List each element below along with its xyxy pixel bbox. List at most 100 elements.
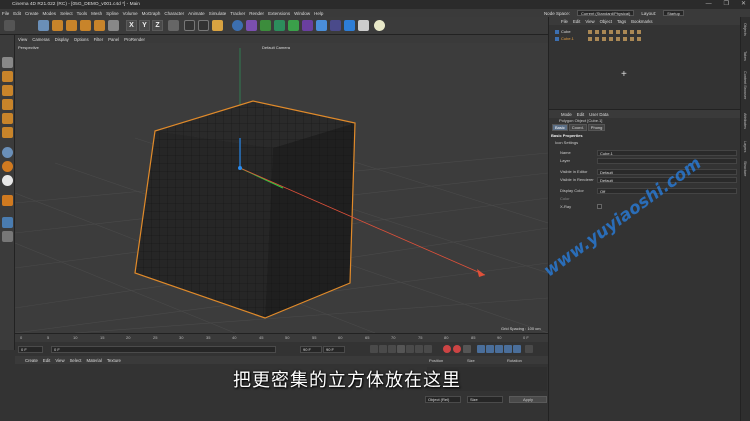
apply-button[interactable]: Apply (509, 396, 547, 403)
previous-frame-icon[interactable] (388, 345, 396, 353)
pen-spline-icon[interactable] (246, 20, 257, 31)
play-icon[interactable] (397, 345, 405, 353)
viewport-menu-cameras[interactable]: Cameras (32, 37, 49, 42)
menu-mesh[interactable]: Mesh (91, 11, 102, 16)
menu-animate[interactable]: Animate (188, 11, 205, 16)
material-menu-create[interactable]: Create (25, 358, 38, 363)
end-frame-field[interactable]: 90 F (300, 346, 322, 353)
viewport-menu-options[interactable]: Options (74, 37, 89, 42)
previous-key-icon[interactable] (379, 345, 387, 353)
menu-tools[interactable]: Tools (77, 11, 88, 16)
viewport-menu-prorender[interactable]: ProRender (124, 37, 145, 42)
object-row-cube-1[interactable]: Cube.1 (555, 36, 641, 42)
floor-icon[interactable] (316, 20, 327, 31)
menu-create[interactable]: Create (25, 11, 39, 16)
material-menu-view[interactable]: View (55, 358, 64, 363)
om-menu-bookmarks[interactable]: Bookmarks (631, 19, 653, 24)
sky-icon[interactable] (344, 20, 355, 31)
render-settings-icon[interactable] (212, 20, 223, 31)
material-menu-select[interactable]: Select (70, 358, 82, 363)
menu-edit[interactable]: Edit (13, 11, 21, 16)
move-tool-icon[interactable] (52, 20, 63, 31)
menu-select[interactable]: Select (60, 11, 73, 16)
menu-tracker[interactable]: Tracker (230, 11, 245, 16)
rotate-tool-icon[interactable] (80, 20, 91, 31)
menu-mograph[interactable]: MoGraph (142, 11, 161, 16)
planar-workplane-icon[interactable] (2, 231, 13, 242)
om-menu-object[interactable]: Object (600, 19, 612, 24)
material-menu-material[interactable]: Material (87, 358, 102, 363)
texture-mode-icon[interactable] (2, 85, 13, 96)
key-pla-icon[interactable] (513, 345, 521, 353)
camera-icon[interactable] (330, 20, 341, 31)
key-rotation-icon[interactable] (495, 345, 503, 353)
tab-coord[interactable]: Coord. (568, 124, 587, 131)
timeline-ruler[interactable]: 0 5 10 15 20 25 30 35 40 45 50 55 60 65 … (15, 333, 548, 342)
cloner-icon[interactable] (288, 20, 299, 31)
z-axis-toggle[interactable]: Z (152, 20, 163, 31)
prop-xray-checkbox[interactable] (597, 204, 602, 209)
polygons-mode-icon[interactable] (2, 127, 13, 138)
render-picture-viewer-icon[interactable] (198, 20, 209, 31)
viewport-menu-display[interactable]: Display (55, 37, 69, 42)
menu-character[interactable]: Character (164, 11, 184, 16)
menu-render[interactable]: Render (249, 11, 264, 16)
tweak-icon[interactable] (2, 161, 13, 172)
scale-tool-icon[interactable] (66, 20, 77, 31)
keyframe-selection-icon[interactable] (463, 345, 471, 353)
workplane-icon[interactable] (2, 195, 13, 206)
close-button[interactable]: ✕ (741, 0, 746, 9)
key-position-icon[interactable] (477, 345, 485, 353)
y-axis-toggle[interactable]: Y (139, 20, 150, 31)
tab-basic[interactable]: Basic (552, 124, 568, 131)
locked-workplane-icon[interactable] (2, 217, 13, 228)
layout-dropdown[interactable]: Startup (663, 10, 684, 16)
node-space-dropdown[interactable]: Current (Standard/Physical) (576, 10, 635, 16)
side-tab-layers[interactable]: Layers (743, 141, 747, 152)
auto-key-icon[interactable] (453, 345, 461, 353)
om-menu-tags[interactable]: Tags (617, 19, 626, 24)
menu-extensions[interactable]: Extensions (268, 11, 290, 16)
menu-modes[interactable]: Modes (43, 11, 57, 16)
coordinates-mode-dropdown[interactable]: Object (Rel) (425, 396, 461, 403)
max-frame-field[interactable]: 90 F (323, 346, 345, 353)
start-frame-field[interactable]: 0 F (18, 346, 43, 353)
object-row-cube[interactable]: Cube (555, 29, 641, 35)
am-menu-mode[interactable]: Mode (561, 112, 572, 117)
om-menu-view[interactable]: View (585, 19, 594, 24)
3d-viewport[interactable]: Perspective Default Camera Grid Spacing … (15, 43, 548, 333)
am-menu-edit[interactable]: Edit (577, 112, 584, 117)
om-menu-file[interactable]: File (561, 19, 568, 24)
x-axis-toggle[interactable]: X (126, 20, 137, 31)
prop-layer-field[interactable] (597, 158, 737, 164)
make-editable-icon[interactable] (2, 57, 13, 68)
array-icon[interactable] (274, 20, 285, 31)
edges-mode-icon[interactable] (2, 113, 13, 124)
timeline-menu-icon[interactable] (525, 345, 533, 353)
recent-tools-icon[interactable] (94, 20, 105, 31)
record-keyframe-icon[interactable] (443, 345, 451, 353)
render-view-icon[interactable] (184, 20, 195, 31)
cube-primitive-icon[interactable] (232, 20, 243, 31)
om-menu-edit[interactable]: Edit (573, 19, 580, 24)
maximize-button[interactable]: ❐ (724, 0, 729, 9)
menu-spline[interactable]: Spline (106, 11, 119, 16)
side-tab-structure[interactable]: Structure (743, 161, 747, 176)
side-tab-content-browser[interactable]: Content Browser (743, 71, 747, 99)
menu-help[interactable]: Help (314, 11, 323, 16)
menu-simulate[interactable]: Simulate (209, 11, 227, 16)
current-frame-field[interactable]: 0 F (51, 346, 276, 353)
camera-object-icon[interactable] (358, 20, 369, 31)
next-key-icon[interactable] (415, 345, 423, 353)
minimize-button[interactable]: — (706, 0, 712, 9)
go-to-start-icon[interactable] (370, 345, 378, 353)
enable-axis-icon[interactable] (2, 147, 13, 158)
model-mode-icon[interactable] (2, 71, 13, 82)
menu-volume[interactable]: Volume (123, 11, 138, 16)
material-menu-edit[interactable]: Edit (43, 358, 50, 363)
points-mode-icon[interactable] (2, 99, 13, 110)
snap-icon[interactable] (2, 175, 13, 186)
next-frame-icon[interactable] (406, 345, 414, 353)
side-tab-takes[interactable]: Takes (743, 51, 747, 61)
undo-icon[interactable] (4, 20, 15, 31)
